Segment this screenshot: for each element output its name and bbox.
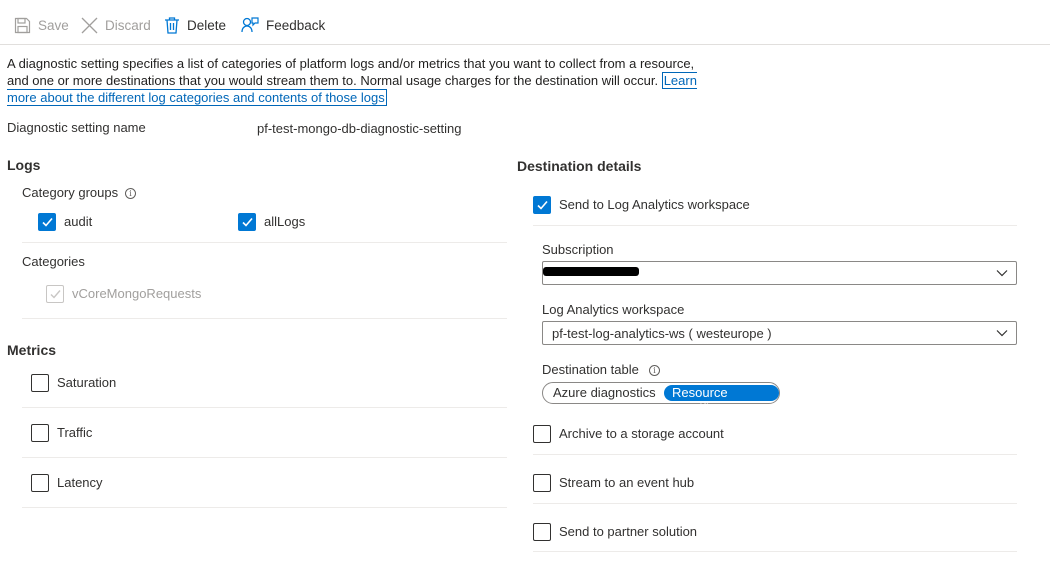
feedback-icon [241, 16, 259, 34]
delete-button[interactable]: Delete [164, 14, 226, 36]
alllogs-label: allLogs [264, 214, 306, 229]
latency-label: Latency [57, 475, 103, 490]
workspace-dropdown[interactable]: pf-test-log-analytics-ws ( westeurope ) [542, 321, 1017, 345]
audit-label: audit [64, 214, 93, 229]
checkmark-icon [242, 217, 253, 227]
log-analytics-label: Send to Log Analytics workspace [559, 197, 750, 212]
command-bar: Save Discard Delete Feedback [0, 0, 1050, 45]
description-text: A diagnostic setting specifies a list of… [7, 55, 707, 106]
traffic-label: Traffic [57, 425, 93, 440]
divider [22, 507, 507, 508]
checkmark-icon [42, 217, 53, 227]
feedback-label: Feedback [266, 17, 326, 33]
redacted-value [543, 267, 639, 276]
audit-checkbox[interactable] [38, 213, 56, 231]
delete-label: Delete [187, 17, 227, 33]
setting-name-value: pf-test-mongo-db-diagnostic-setting [257, 121, 462, 136]
divider [22, 318, 507, 319]
logs-title: Logs [7, 157, 41, 173]
divider [533, 503, 1017, 504]
workspace-value: pf-test-log-analytics-ws ( westeurope ) [552, 326, 772, 341]
destination-table-toggle: Azure diagnostics Resource specific [542, 382, 780, 416]
destination-table-label: Destination table [542, 362, 639, 377]
latency-checkbox[interactable] [31, 474, 49, 492]
chevron-down-icon [996, 270, 1008, 277]
checkmark-icon [50, 290, 61, 299]
divider [533, 551, 1017, 552]
feedback-button[interactable]: Feedback [241, 14, 325, 36]
azure-diagnostics-option[interactable]: Azure diagnostics [545, 385, 664, 401]
saturation-checkbox[interactable] [31, 374, 49, 392]
chevron-down-icon [996, 330, 1008, 337]
save-icon [14, 17, 31, 34]
workspace-label: Log Analytics workspace [542, 302, 685, 317]
metrics-title: Metrics [7, 342, 57, 358]
divider [22, 457, 507, 458]
vcoremongorequests-checkbox [46, 285, 64, 303]
discard-label: Discard [105, 17, 151, 33]
alllogs-checkbox[interactable] [238, 213, 256, 231]
save-button[interactable]: Save [14, 14, 69, 36]
save-label: Save [38, 17, 69, 33]
category-groups-label: Category groups [22, 185, 119, 200]
divider [22, 242, 507, 243]
subscription-label: Subscription [542, 242, 614, 257]
resource-specific-option[interactable]: Resource specific [664, 385, 779, 416]
vcoremongorequests-label: vCoreMongoRequests [72, 286, 202, 301]
close-icon [81, 17, 98, 34]
info-icon[interactable]: i [125, 188, 136, 199]
log-analytics-checkbox[interactable] [533, 196, 551, 214]
archive-checkbox[interactable] [533, 425, 551, 443]
trash-icon [164, 16, 180, 34]
traffic-checkbox[interactable] [31, 424, 49, 442]
partner-label: Send to partner solution [559, 524, 698, 539]
destination-title: Destination details [517, 158, 642, 174]
setting-name-label: Diagnostic setting name [7, 120, 146, 135]
categories-label: Categories [22, 254, 85, 269]
archive-label: Archive to a storage account [559, 426, 724, 441]
event-hub-checkbox[interactable] [533, 474, 551, 492]
saturation-label: Saturation [57, 375, 117, 390]
diagnostic-setting-page: Save Discard Delete Feedback A diagnosti… [0, 0, 1050, 565]
partner-checkbox[interactable] [533, 523, 551, 541]
checkmark-icon [537, 200, 548, 210]
info-icon[interactable]: i [649, 365, 660, 376]
divider [533, 454, 1017, 455]
subscription-dropdown[interactable] [542, 261, 1017, 285]
event-hub-label: Stream to an event hub [559, 475, 695, 490]
divider [22, 407, 507, 408]
divider [533, 225, 1017, 226]
discard-button[interactable]: Discard [81, 14, 151, 36]
description-body: A diagnostic setting specifies a list of… [7, 56, 695, 88]
